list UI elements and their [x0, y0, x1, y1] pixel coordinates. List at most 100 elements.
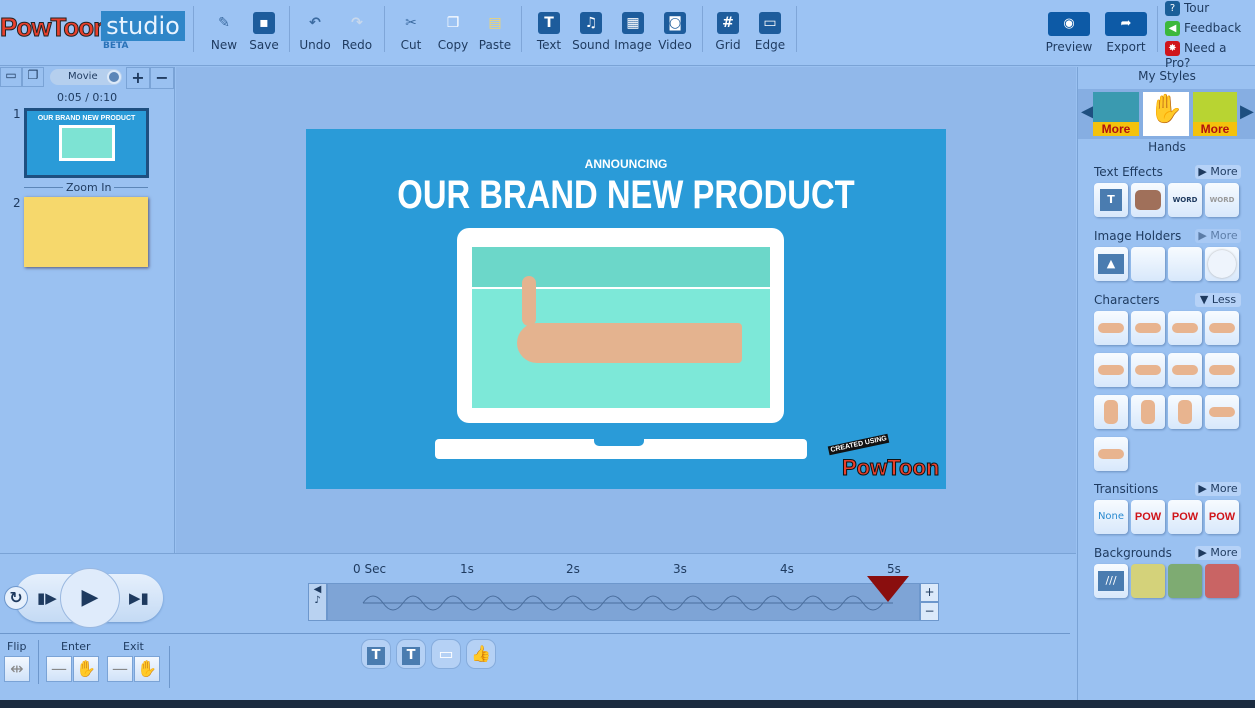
step-forward-button[interactable]: ▮▶ [37, 589, 57, 607]
image-holder-landscape[interactable] [1131, 247, 1165, 281]
transition-none[interactable]: None [1094, 500, 1128, 534]
text-effect-word[interactable]: WORD [1168, 183, 1202, 217]
background-red[interactable] [1205, 564, 1239, 598]
image-holder-portrait[interactable] [1168, 247, 1202, 281]
preview-button[interactable]: ◉ [1048, 12, 1090, 36]
eye-icon: ◉ [1063, 16, 1075, 31]
text-effects-more-button[interactable]: ▶ More [1195, 165, 1241, 179]
single-view-icon[interactable]: ▭ [0, 67, 22, 87]
background-yellow[interactable] [1131, 564, 1165, 598]
zoom-out-timeline-button[interactable]: − [920, 602, 939, 621]
character-hand[interactable] [1168, 395, 1202, 429]
text-effect-plain[interactable]: T [1094, 183, 1128, 217]
slide-title-text[interactable]: OUR BRAND NEW PRODUCT [364, 173, 889, 218]
slide-thumbnail-2[interactable] [24, 197, 148, 267]
character-hand[interactable] [1168, 311, 1202, 345]
slide-kicker-text[interactable]: ANNOUNCING [306, 157, 946, 171]
style-business[interactable]: More [1193, 92, 1237, 136]
redo-icon: ↷ [351, 15, 363, 31]
new-button[interactable]: ✎ New [202, 12, 246, 52]
text-button[interactable]: T Text [527, 12, 571, 52]
remove-slide-button[interactable]: − [150, 67, 174, 89]
style-people[interactable]: More [1093, 92, 1139, 136]
movie-toggle[interactable]: Movie [50, 69, 122, 85]
save-button[interactable]: ▪ Save [242, 12, 286, 52]
timeline-track[interactable] [327, 583, 920, 621]
copy-button[interactable]: ❐ Copy [431, 12, 475, 52]
slide-thumbnail-1[interactable]: OUR BRAND NEW PRODUCT [24, 108, 149, 178]
preview-label[interactable]: Preview [1039, 40, 1099, 54]
transitions-more-button[interactable]: ▶ More [1195, 482, 1241, 496]
multi-view-icon[interactable]: ❐ [22, 67, 44, 87]
toggle-knob [107, 70, 121, 84]
slide-transition-label[interactable]: Zoom In [63, 181, 115, 194]
character-hand[interactable] [1205, 311, 1239, 345]
export-label[interactable]: Export [1096, 40, 1156, 54]
audio-track-controls[interactable]: ◀ ♪ [308, 583, 327, 621]
style-hands[interactable]: ✋ [1143, 92, 1189, 136]
character-hand[interactable] [1094, 437, 1128, 471]
flip-button[interactable]: ⇹ [4, 656, 30, 682]
enter-none-button[interactable]: — [46, 656, 72, 682]
image-holder-picture[interactable]: ▲ [1094, 247, 1128, 281]
backgrounds-more-button[interactable]: ▶ More [1195, 546, 1241, 560]
text-effect-word-3d[interactable]: WORD [1205, 183, 1239, 217]
character-hand[interactable] [1094, 395, 1128, 429]
export-button[interactable]: ➦ [1105, 12, 1147, 36]
tick-label: 1s [460, 562, 474, 576]
character-hand[interactable] [1205, 353, 1239, 387]
hand-icon: ✋ [1148, 92, 1184, 125]
transition-pow[interactable]: POW [1131, 500, 1165, 534]
video-button[interactable]: ◙ Video [653, 12, 697, 52]
play-button[interactable]: ▶ [60, 568, 120, 628]
transition-pow[interactable]: POW [1205, 500, 1239, 534]
skip-end-button[interactable]: ▶▮ [129, 589, 149, 607]
character-hand[interactable] [1168, 353, 1202, 387]
hand-icon: ✋ [76, 659, 96, 678]
image-holders-more-button[interactable]: ▶ More [1195, 229, 1241, 243]
character-hand[interactable] [1131, 311, 1165, 345]
image-holder-circle[interactable] [1205, 247, 1239, 281]
character-hand[interactable] [1131, 353, 1165, 387]
enter-hand-button[interactable]: ✋ [73, 656, 99, 682]
arrow-right-icon[interactable]: ▶ [1240, 101, 1254, 122]
scissors-icon: ✂ [405, 15, 417, 31]
text-icon: T [538, 12, 560, 34]
sound-button[interactable]: ♫ Sound [569, 12, 613, 52]
character-hand[interactable] [1131, 395, 1165, 429]
grid-button[interactable]: # Grid [706, 12, 750, 52]
layer-text-2[interactable]: T [396, 639, 426, 669]
background-green[interactable] [1168, 564, 1202, 598]
undo-button[interactable]: ↶ Undo [293, 12, 337, 52]
exit-none-button[interactable]: — [107, 656, 133, 682]
add-slide-button[interactable]: + [126, 67, 150, 89]
text-effect-hand-writing[interactable] [1131, 183, 1165, 217]
layer-text-1[interactable]: T [361, 639, 391, 669]
replay-button[interactable]: ↻ [4, 586, 28, 610]
exit-hand-button[interactable]: ✋ [134, 656, 160, 682]
zoom-in-timeline-button[interactable]: + [920, 583, 939, 602]
laptop-image[interactable] [457, 228, 784, 423]
redo-button[interactable]: ↷ Redo [335, 12, 379, 52]
character-hand[interactable] [1094, 311, 1128, 345]
tour-link[interactable]: ? Tour [1165, 1, 1209, 16]
music-note-icon: ♪ [314, 595, 321, 606]
image-button[interactable]: ▦ Image [611, 12, 655, 52]
cut-button[interactable]: ✂ Cut [389, 12, 433, 52]
flip-label: Flip [7, 640, 27, 653]
need-a-pro-link[interactable]: ✸ Need a Pro? [1165, 41, 1255, 70]
layer-hand[interactable]: 👍 [466, 639, 496, 669]
character-hand[interactable] [1205, 395, 1239, 429]
save-icon: ▪ [253, 12, 275, 34]
character-hand[interactable] [1094, 353, 1128, 387]
playhead-marker[interactable] [867, 576, 909, 602]
layer-laptop[interactable]: ▭ [431, 639, 461, 669]
background-pattern[interactable]: /// [1094, 564, 1128, 598]
feedback-link[interactable]: ◀ Feedback [1165, 21, 1241, 36]
slide-canvas[interactable]: ANNOUNCING OUR BRAND NEW PRODUCT CREATED… [306, 129, 946, 489]
edge-button[interactable]: ▭ Edge [748, 12, 792, 52]
text-effects-heading: Text Effects [1094, 165, 1163, 179]
paste-button[interactable]: ▤ Paste [473, 12, 517, 52]
transition-pow[interactable]: POW [1168, 500, 1202, 534]
characters-less-button[interactable]: ▼ Less [1195, 293, 1241, 307]
